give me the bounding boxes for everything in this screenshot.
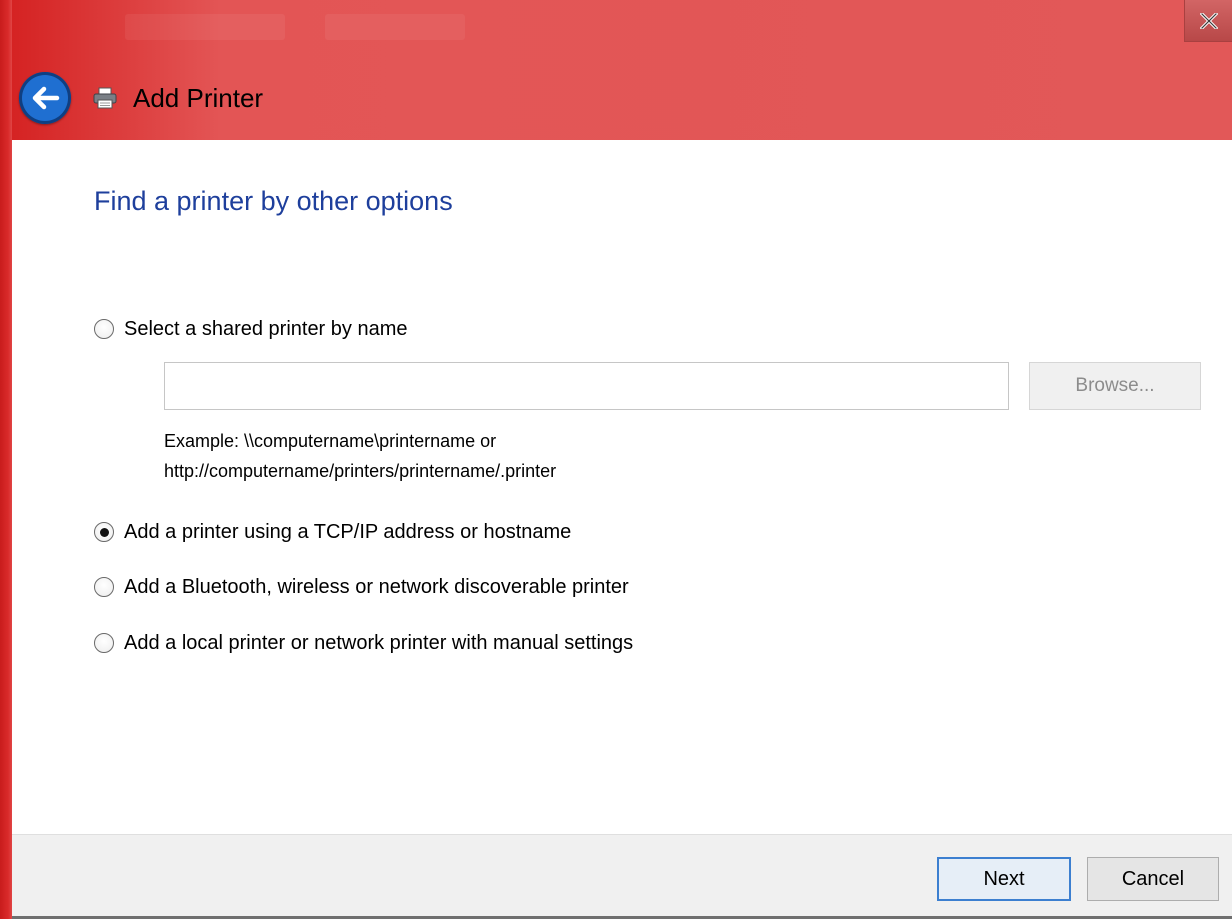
option-label: Select a shared printer by name: [124, 317, 408, 340]
option-discoverable[interactable]: Add a Bluetooth, wireless or network dis…: [94, 573, 629, 601]
cancel-button[interactable]: Cancel: [1087, 857, 1219, 901]
option-tcpip[interactable]: Add a printer using a TCP/IP address or …: [94, 518, 571, 546]
back-arrow-icon: [32, 86, 60, 110]
radio-discoverable[interactable]: [94, 577, 114, 597]
option-label: Add a local printer or network printer w…: [124, 631, 634, 654]
option-label: Add a Bluetooth, wireless or network dis…: [124, 575, 629, 598]
window-frame-left: [0, 0, 12, 919]
browse-button[interactable]: Browse...: [1029, 362, 1201, 410]
next-button[interactable]: Next: [937, 857, 1071, 901]
radio-local-manual[interactable]: [94, 633, 114, 653]
example-text: Example: \\computername\printername or h…: [164, 426, 556, 486]
example-line-2: http://computername/printers/printername…: [164, 461, 557, 481]
shared-printer-name-input[interactable]: [164, 362, 1009, 410]
window-title: Add Printer: [133, 83, 264, 113]
close-icon: [1199, 12, 1218, 29]
page-heading: Find a printer by other options: [94, 186, 453, 216]
radio-tcpip[interactable]: [94, 522, 114, 542]
example-line-1: Example: \\computername\printername or: [164, 431, 497, 451]
radio-selected-dot: [99, 527, 109, 537]
option-local-manual[interactable]: Add a local printer or network printer w…: [94, 629, 633, 657]
title-bar: Add Printer: [0, 0, 1232, 140]
wizard-content: Find a printer by other options Select a…: [12, 140, 1232, 834]
close-button[interactable]: [1184, 0, 1232, 42]
radio-shared-printer[interactable]: [94, 319, 114, 339]
add-printer-window: Add Printer Find a printer by other opti…: [0, 0, 1232, 919]
option-label: Add a printer using a TCP/IP address or …: [124, 520, 572, 543]
printer-icon: [93, 87, 117, 109]
option-shared-printer[interactable]: Select a shared printer by name: [94, 315, 408, 343]
background-tab-ghost: [125, 14, 285, 40]
back-button[interactable]: [19, 72, 71, 124]
background-tab-ghost: [325, 14, 465, 40]
wizard-footer: Next Cancel: [12, 834, 1232, 919]
